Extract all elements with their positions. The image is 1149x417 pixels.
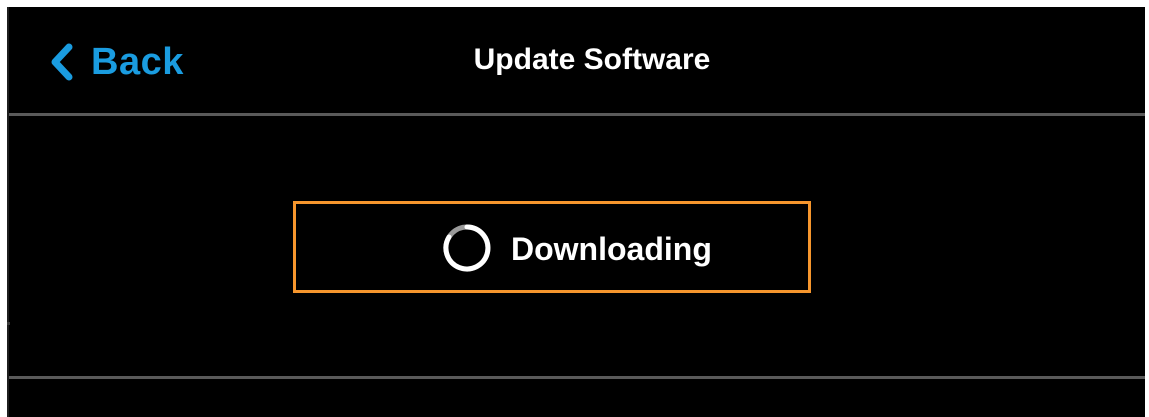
frame-top-border — [0, 0, 1149, 7]
bottom-area — [9, 379, 1145, 417]
download-status-highlight: Downloading — [293, 201, 811, 293]
page-title: Update Software — [473, 43, 711, 76]
spinner-icon — [442, 223, 492, 273]
update-software-screen: Back Update Software Downloading — [0, 0, 1149, 417]
side-tick — [7, 322, 10, 325]
header-bar: Back Update Software — [9, 7, 1145, 115]
frame-left-border — [0, 0, 7, 417]
header-divider — [9, 113, 1145, 116]
download-status-label: Downloading — [511, 231, 712, 267]
